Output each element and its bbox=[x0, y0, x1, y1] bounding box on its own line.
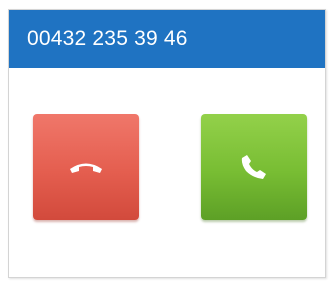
dialog-header: 00432 235 39 46 bbox=[9, 10, 325, 68]
phone-number: 00432 235 39 46 bbox=[27, 27, 188, 50]
reject-call-button[interactable] bbox=[33, 114, 139, 220]
call-dialog: 00432 235 39 46 bbox=[8, 9, 326, 278]
accept-call-button[interactable] bbox=[201, 114, 307, 220]
hang-up-icon bbox=[70, 163, 102, 173]
phone-icon bbox=[241, 155, 266, 179]
